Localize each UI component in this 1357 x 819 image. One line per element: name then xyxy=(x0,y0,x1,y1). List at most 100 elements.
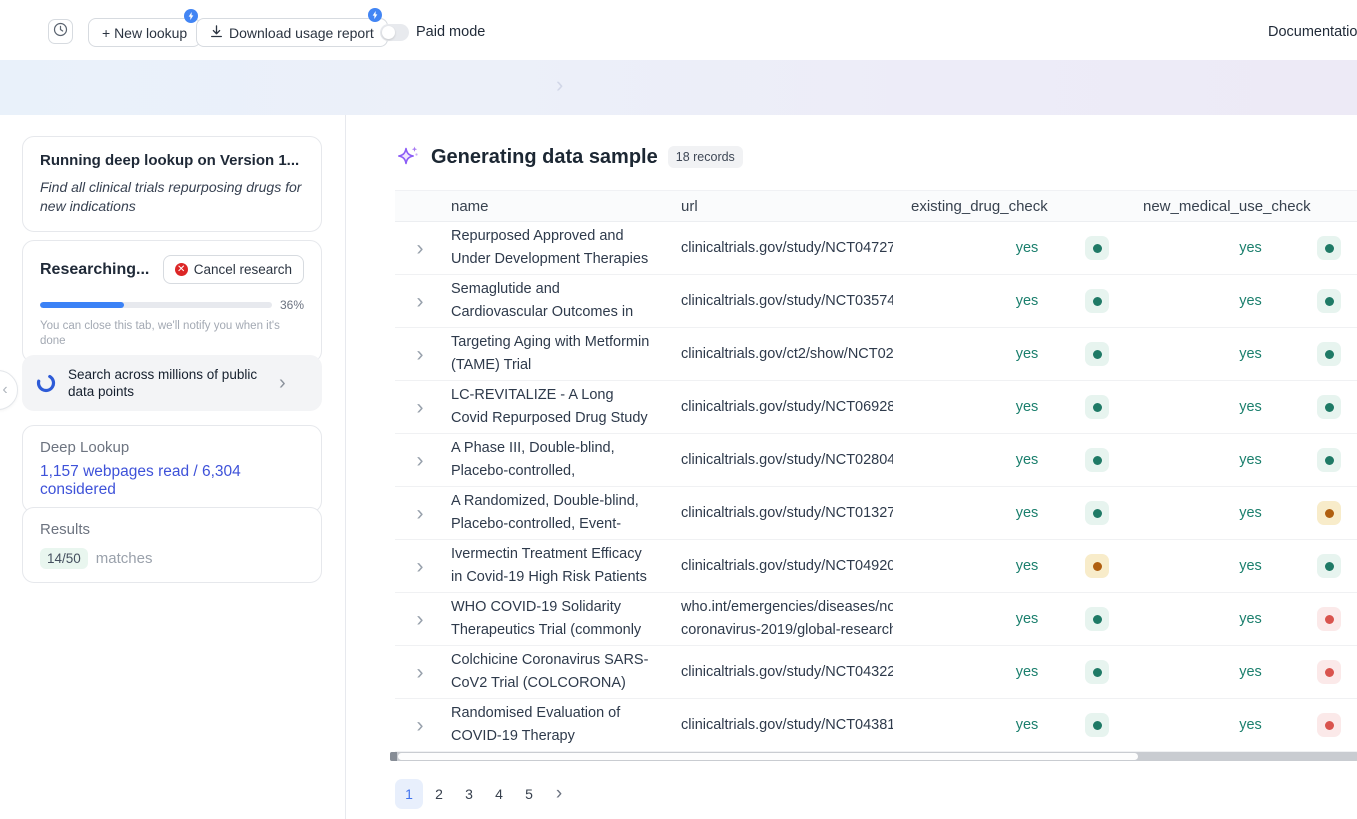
column-header-new-medical-use-check: new_medical_use_check xyxy=(1143,198,1357,215)
cell-existing-drug-check: yes xyxy=(911,275,1143,327)
column-header-url: url xyxy=(681,198,911,215)
status-dot-badge xyxy=(1085,607,1109,631)
status-dot-badge xyxy=(1085,501,1109,525)
status-dot-badge xyxy=(1317,554,1341,578)
status-dot-badge xyxy=(1085,448,1109,472)
research-card: Researching... ✕ Cancel research 36% You… xyxy=(22,240,322,363)
progress-bar xyxy=(40,302,272,308)
download-usage-report-button[interactable]: Download usage report xyxy=(196,18,388,47)
expand-row-icon[interactable]: › xyxy=(417,238,424,259)
status-dot-badge xyxy=(1317,501,1341,525)
cancel-icon: ✕ xyxy=(175,263,188,276)
table-row[interactable]: › Ivermectin Treatment Efficacy in Covid… xyxy=(395,540,1357,593)
table-row[interactable]: › A Phase III, Double-blind, Placebo-con… xyxy=(395,434,1357,487)
new-lookup-button[interactable]: + New lookup xyxy=(88,18,201,47)
paid-mode-toggle[interactable] xyxy=(380,24,409,41)
status-dot-badge xyxy=(1317,660,1341,684)
cell-existing-drug-check: yes xyxy=(911,593,1143,645)
cell-existing-drug-check: yes xyxy=(911,646,1143,698)
cell-url: clinicaltrials.gov/study/NCT043819 xyxy=(681,699,911,751)
page-button-2[interactable]: 2 xyxy=(425,779,453,809)
expand-row-icon[interactable]: › xyxy=(417,715,424,736)
cell-existing-drug-check: yes xyxy=(911,699,1143,751)
cell-existing-drug-check: yes xyxy=(911,540,1143,592)
table-row[interactable]: › WHO COVID-19 Solidarity Therapeutics T… xyxy=(395,593,1357,646)
scrollbar-left-cap xyxy=(390,752,397,761)
status-dot-badge xyxy=(1317,448,1341,472)
cell-new-medical-use-check: yes xyxy=(1143,487,1357,539)
cell-name: Repurposed Approved and Under Developmen… xyxy=(451,222,681,274)
table-row[interactable]: › Targeting Aging with Metformin (TAME) … xyxy=(395,328,1357,381)
cell-new-medical-use-check: yes xyxy=(1143,222,1357,274)
research-note: You can close this tab, we'll notify you… xyxy=(40,319,304,349)
column-header-name: name xyxy=(451,198,681,215)
chevron-right-icon: › xyxy=(279,373,286,393)
progress-fill xyxy=(40,302,124,308)
cell-url: clinicaltrials.gov/study/NCT043226 xyxy=(681,646,911,698)
expand-row-icon[interactable]: › xyxy=(417,662,424,683)
table-row[interactable]: › Randomised Evaluation of COVID-19 Ther… xyxy=(395,699,1357,752)
deep-lookup-card: Deep Lookup 1,157 webpages read / 6,304 … xyxy=(22,425,322,513)
table-row[interactable]: › Repurposed Approved and Under Developm… xyxy=(395,222,1357,275)
horizontal-scrollbar[interactable] xyxy=(390,752,1357,761)
cell-url: clinicaltrials.gov/study/NCT049209 xyxy=(681,540,911,592)
table-row[interactable]: › A Randomized, Double-blind, Placebo-co… xyxy=(395,487,1357,540)
top-bar: + New lookup Download usage report Paid … xyxy=(0,0,1357,60)
app: + New lookup Download usage report Paid … xyxy=(0,0,1357,819)
expand-row-icon[interactable]: › xyxy=(417,291,424,312)
expand-row-icon[interactable]: › xyxy=(417,609,424,630)
page-button-4[interactable]: 4 xyxy=(485,779,513,809)
cell-new-medical-use-check: yes xyxy=(1143,540,1357,592)
cell-name: Colchicine Coronavirus SARS-CoV2 Trial (… xyxy=(451,646,681,698)
cell-new-medical-use-check: yes xyxy=(1143,328,1357,380)
cell-name: Randomised Evaluation of COVID-19 Therap… xyxy=(451,699,681,751)
status-dot-badge xyxy=(1317,607,1341,631)
records-count-badge: 18 records xyxy=(668,146,743,168)
cell-url: clinicaltrials.gov/study/NCT013278 xyxy=(681,487,911,539)
page-button-1[interactable]: 1 xyxy=(395,779,423,809)
progress-percent: 36% xyxy=(280,298,304,312)
status-dot-badge xyxy=(1085,395,1109,419)
sparkles-icon xyxy=(395,144,421,170)
cell-existing-drug-check: yes xyxy=(911,328,1143,380)
collapse-sidebar-button[interactable]: ‹ xyxy=(0,370,18,410)
history-button[interactable] xyxy=(48,19,73,44)
deep-lookup-title: Deep Lookup xyxy=(40,439,304,456)
cell-url: clinicaltrials.gov/study/NCT028048 xyxy=(681,434,911,486)
status-dot-badge xyxy=(1317,395,1341,419)
expand-row-icon[interactable]: › xyxy=(417,556,424,577)
url-text: clinicaltrials.gov/study/NCT035745 xyxy=(681,290,893,313)
spinner-icon xyxy=(35,372,57,394)
cell-new-medical-use-check: yes xyxy=(1143,434,1357,486)
expand-row-icon[interactable]: › xyxy=(417,503,424,524)
expand-row-icon[interactable]: › xyxy=(417,397,424,418)
status-dot-badge xyxy=(1085,660,1109,684)
table-row[interactable]: › Colchicine Coronavirus SARS-CoV2 Trial… xyxy=(395,646,1357,699)
cell-url: clinicaltrials.gov/study/NCT069282 xyxy=(681,381,911,433)
cell-name: A Phase III, Double-blind, Placebo-contr… xyxy=(451,434,681,486)
matches-count-badge: 14/50 xyxy=(40,548,88,569)
webpages-read-link[interactable]: 1,157 webpages read / 6,304 considered xyxy=(40,463,304,499)
table-row[interactable]: › LC-REVITALIZE - A Long Covid Repurpose… xyxy=(395,381,1357,434)
scrollbar-thumb[interactable] xyxy=(398,753,1138,760)
status-dot-badge xyxy=(1085,713,1109,737)
table-body: › Repurposed Approved and Under Developm… xyxy=(395,222,1357,752)
cancel-label: Cancel research xyxy=(194,262,292,277)
documentation-link[interactable]: Documentation xyxy=(1268,24,1357,40)
promo-banner: › xyxy=(0,60,1357,115)
status-dot-badge xyxy=(1317,713,1341,737)
page-title: Generating data sample xyxy=(431,146,658,169)
cell-new-medical-use-check: yes xyxy=(1143,381,1357,433)
page-button-3[interactable]: 3 xyxy=(455,779,483,809)
expand-row-icon[interactable]: › xyxy=(417,450,424,471)
boost-badge-icon xyxy=(184,9,198,23)
cancel-research-button[interactable]: ✕ Cancel research xyxy=(163,255,304,284)
search-data-points-banner[interactable]: Search across millions of public data po… xyxy=(22,355,322,411)
page-button-5[interactable]: 5 xyxy=(515,779,543,809)
url-text: clinicaltrials.gov/study/NCT028048 xyxy=(681,449,893,472)
table-row[interactable]: › Semaglutide and Cardiovascular Outcome… xyxy=(395,275,1357,328)
cell-existing-drug-check: yes xyxy=(911,222,1143,274)
expand-row-icon[interactable]: › xyxy=(417,344,424,365)
next-page-button[interactable]: › xyxy=(545,779,573,809)
status-dot-badge xyxy=(1085,289,1109,313)
